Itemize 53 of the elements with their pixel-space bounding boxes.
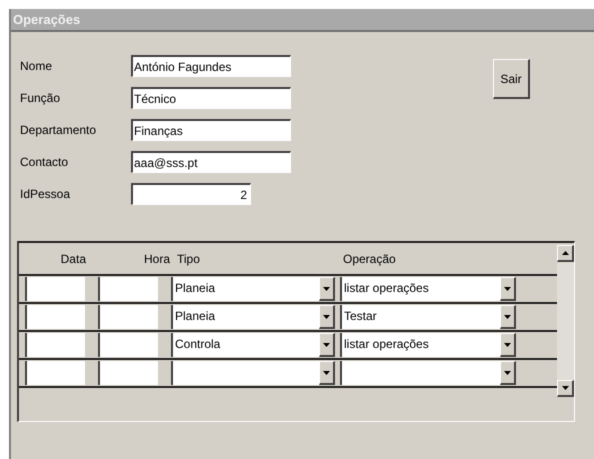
caret-down-icon xyxy=(323,314,330,318)
field-label: Contacto xyxy=(20,154,70,171)
date-input[interactable] xyxy=(25,361,85,385)
caret-down-icon xyxy=(562,386,568,390)
dropdown-button[interactable] xyxy=(500,333,516,357)
time-input[interactable] xyxy=(98,305,158,329)
field-label: Nome xyxy=(20,58,54,75)
time-input[interactable] xyxy=(98,361,158,385)
caret-down-icon xyxy=(504,370,511,374)
scroll-down-button[interactable] xyxy=(557,380,574,397)
column-header: Tipo xyxy=(176,250,201,268)
dropdown-field[interactable] xyxy=(340,361,516,385)
caret-down-icon xyxy=(504,342,511,346)
dropdown-field[interactable]: Planeia xyxy=(171,277,335,301)
column-header: Data xyxy=(60,250,87,268)
date-input[interactable] xyxy=(25,305,85,329)
dropdown-field[interactable]: listar operações xyxy=(340,277,516,301)
caret-down-icon xyxy=(323,370,330,374)
time-input[interactable] xyxy=(98,333,158,357)
date-input[interactable] xyxy=(25,277,85,301)
input-field[interactable]: 2 xyxy=(131,183,251,205)
caret-down-icon xyxy=(323,342,330,346)
caret-down-icon xyxy=(504,314,511,318)
input-field[interactable]: António Fagundes xyxy=(131,55,291,77)
dropdown-field[interactable]: listar operações xyxy=(340,333,516,357)
dropdown-button[interactable] xyxy=(500,305,516,329)
scrollbar[interactable] xyxy=(557,245,574,397)
dropdown-button[interactable] xyxy=(500,277,516,301)
input-field[interactable]: Técnico xyxy=(131,87,291,109)
dropdown-button[interactable] xyxy=(319,361,335,385)
dropdown-button[interactable] xyxy=(319,305,335,329)
time-input[interactable] xyxy=(98,277,158,301)
date-input[interactable] xyxy=(25,333,85,357)
input-field[interactable]: Finanças xyxy=(131,119,291,141)
window-title: Operações xyxy=(13,10,80,29)
caret-down-icon xyxy=(504,286,511,290)
dropdown-field[interactable]: Controla xyxy=(171,333,335,357)
input-field[interactable]: aaa@sss.pt xyxy=(131,151,291,173)
dropdown-button[interactable] xyxy=(500,361,516,385)
field-label: Departamento xyxy=(20,122,98,139)
column-header: Operação xyxy=(342,250,396,268)
scroll-up-button[interactable] xyxy=(557,245,574,262)
column-header: Hora xyxy=(142,250,171,268)
exit-button[interactable]: Sair xyxy=(493,59,530,99)
caret-down-icon xyxy=(323,286,330,290)
dropdown-button[interactable] xyxy=(319,333,335,357)
caret-up-icon xyxy=(562,251,568,255)
dropdown-field[interactable] xyxy=(171,361,335,385)
field-label: IdPessoa xyxy=(20,186,72,203)
dropdown-field[interactable]: Testar xyxy=(340,305,516,329)
dropdown-field[interactable]: Planeia xyxy=(171,305,335,329)
dropdown-button[interactable] xyxy=(319,277,335,301)
field-label: Função xyxy=(20,90,62,107)
